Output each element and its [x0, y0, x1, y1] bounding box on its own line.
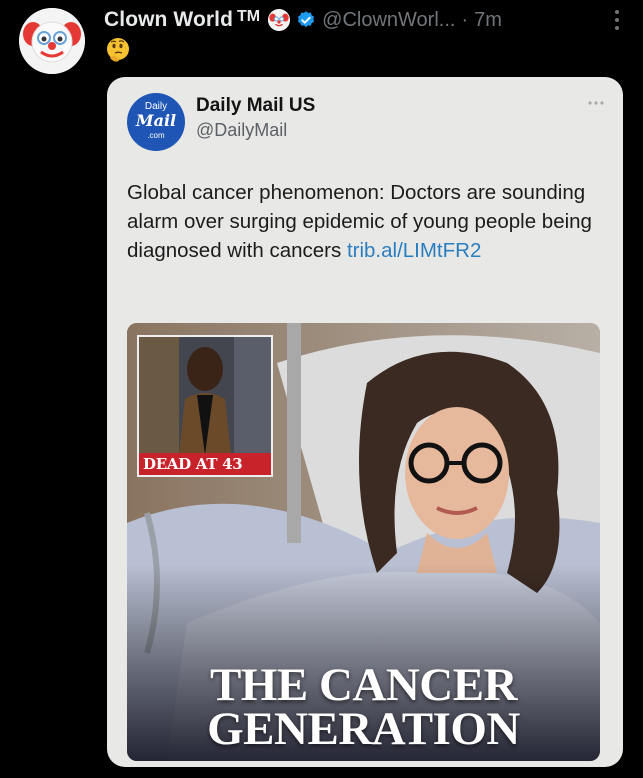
post-header: Clown World TM @ClownWorl... · 7m	[104, 6, 623, 34]
clown-emoji-icon	[268, 9, 291, 31]
thinking-face-emoji-icon	[107, 38, 129, 62]
trademark-symbol: TM	[237, 8, 261, 25]
image-headline: THE CANCER GENERATION	[127, 659, 600, 755]
quoted-media-image[interactable]: DEAD AT 43 THE CANCER GENERATION	[127, 323, 600, 761]
quoted-post-text: Global cancer phenomenon: Doctors are so…	[127, 178, 602, 265]
dead-at-label: DEAD AT 43	[139, 453, 271, 475]
quoted-author-name[interactable]: Daily Mail US	[196, 95, 315, 117]
verified-badge-icon	[298, 11, 315, 28]
logo-line2: Mail	[135, 111, 177, 130]
logo-line3: .com	[147, 131, 165, 140]
post-time[interactable]: 7m	[474, 9, 502, 32]
separator: ·	[461, 8, 469, 31]
quoted-more-icon[interactable]	[587, 99, 605, 107]
author-name[interactable]: Clown World	[104, 8, 233, 32]
inset-photo: DEAD AT 43	[137, 335, 273, 477]
quoted-link[interactable]: trib.al/LIMtFR2	[347, 239, 481, 262]
quoted-post-card[interactable]: Daily Mail .com Daily Mail US @DailyMail…	[107, 77, 623, 767]
clown-face-icon	[19, 8, 85, 74]
headline-line2: GENERATION	[207, 703, 520, 755]
headline-line1: THE CANCER	[209, 659, 518, 711]
author-handle[interactable]: @ClownWorl...	[322, 9, 455, 32]
quoted-author-handle[interactable]: @DailyMail	[196, 120, 287, 141]
author-avatar[interactable]	[19, 8, 85, 74]
more-options-icon[interactable]	[611, 8, 623, 32]
daily-mail-logo[interactable]: Daily Mail .com	[127, 93, 185, 151]
